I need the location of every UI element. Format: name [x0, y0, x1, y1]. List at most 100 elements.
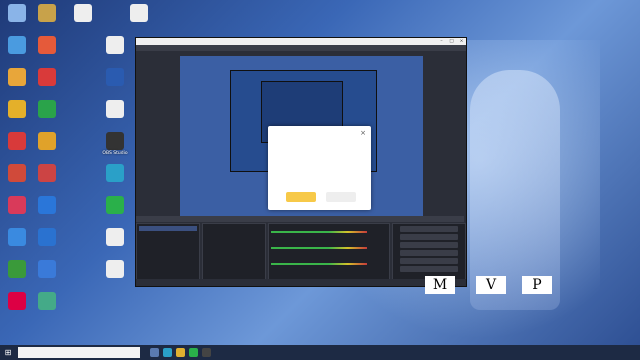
- wechat-icon: [106, 196, 124, 214]
- file-icon: [106, 228, 124, 246]
- mixer-row[interactable]: [271, 226, 387, 237]
- desktop-icon[interactable]: [124, 4, 154, 23]
- desktop-icon[interactable]: [100, 68, 130, 87]
- close-icon[interactable]: ×: [457, 38, 466, 45]
- app-icon: [38, 292, 56, 310]
- mixer-row[interactable]: [271, 242, 387, 253]
- app-icon: [8, 68, 26, 86]
- obs-icon[interactable]: [202, 348, 211, 357]
- app-icon: [38, 196, 56, 214]
- controls-panel[interactable]: [392, 223, 466, 281]
- mixer-row[interactable]: [271, 258, 387, 269]
- desktop-icon[interactable]: [2, 228, 32, 247]
- scenes-panel[interactable]: [136, 223, 200, 281]
- desktop-icon[interactable]: [32, 132, 62, 151]
- source-item[interactable]: [205, 232, 263, 237]
- search-input[interactable]: [18, 347, 140, 358]
- desktop-icon[interactable]: [2, 164, 32, 183]
- minimize-icon[interactable]: –: [437, 38, 446, 45]
- app-icon: [8, 260, 26, 278]
- app-icon: [8, 164, 26, 182]
- start-icon[interactable]: ⊞: [2, 347, 14, 358]
- sources-dock-header: [202, 216, 268, 222]
- desktop-icon[interactable]: [100, 164, 130, 183]
- app-icon: [38, 164, 56, 182]
- desktop-icon[interactable]: [32, 164, 62, 183]
- desktop-icon[interactable]: [2, 4, 32, 23]
- overlay-letter-p: P: [522, 276, 552, 294]
- app-icon: [38, 260, 56, 278]
- desktop-icon[interactable]: [100, 100, 130, 119]
- obs-titlebar[interactable]: – □ ×: [136, 38, 466, 45]
- source-item[interactable]: [205, 244, 263, 249]
- desktop-icon[interactable]: [32, 36, 62, 55]
- control-button[interactable]: [400, 250, 458, 256]
- desktop-icon[interactable]: [100, 228, 130, 247]
- mixer-meter: [271, 263, 367, 265]
- file-icon: [130, 4, 148, 22]
- dialog-close-icon[interactable]: ×: [360, 129, 366, 137]
- desktop-icon[interactable]: [2, 132, 32, 151]
- desktop-icon[interactable]: [100, 196, 130, 215]
- recycle-bin-icon: [8, 4, 26, 22]
- maximize-icon[interactable]: □: [447, 38, 456, 45]
- edge-icon[interactable]: [163, 348, 172, 357]
- desktop-icon[interactable]: [32, 260, 62, 279]
- desktop-icon[interactable]: [68, 4, 98, 23]
- desktop-icon[interactable]: [32, 100, 62, 119]
- source-item[interactable]: [205, 238, 263, 243]
- source-item[interactable]: [205, 226, 263, 231]
- desktop-icon[interactable]: [100, 36, 130, 55]
- edge-icon: [106, 164, 124, 182]
- desktop-icon[interactable]: [2, 292, 32, 311]
- explorer-icon[interactable]: [176, 348, 185, 357]
- desktop-icon[interactable]: [32, 4, 62, 23]
- desktop-icon[interactable]: [32, 68, 62, 87]
- file-icon: [74, 4, 92, 22]
- update-button[interactable]: [286, 192, 316, 202]
- league-icon: [38, 4, 56, 22]
- control-button[interactable]: [400, 242, 458, 248]
- overlay-letter-v: V: [476, 276, 506, 294]
- task-view-icon[interactable]: [150, 348, 159, 357]
- control-button[interactable]: [400, 234, 458, 240]
- desktop-icon[interactable]: OBS Studio: [100, 132, 130, 156]
- desktop-icon[interactable]: [2, 36, 32, 55]
- file-icon: [106, 36, 124, 54]
- app-icon: [8, 228, 26, 246]
- control-button[interactable]: [400, 266, 458, 272]
- app-icon: [38, 68, 56, 86]
- app-icon: [8, 292, 26, 310]
- app-icon: [8, 196, 26, 214]
- desktop-icon[interactable]: [2, 100, 32, 119]
- app-icon: [38, 228, 56, 246]
- later-button[interactable]: [326, 192, 356, 202]
- desktop-icon[interactable]: [2, 260, 32, 279]
- app-icon: [8, 132, 26, 150]
- desktop-icon[interactable]: [32, 196, 62, 215]
- desktop-icon[interactable]: [100, 260, 130, 279]
- controls-dock-header: [392, 216, 464, 222]
- scene-item[interactable]: [139, 226, 197, 231]
- mixer-panel[interactable]: [268, 223, 390, 281]
- mixer-dock-header: [268, 216, 392, 222]
- desktop-icon-label: OBS Studio: [102, 151, 128, 156]
- mixer-meter: [271, 231, 367, 233]
- control-button[interactable]: [400, 226, 458, 232]
- taskbar[interactable]: ⊞: [0, 345, 640, 360]
- obs-menubar[interactable]: [136, 45, 466, 51]
- control-button[interactable]: [400, 258, 458, 264]
- sources-panel[interactable]: [202, 223, 266, 281]
- obs-icon: [106, 132, 124, 150]
- word-icon: [106, 68, 124, 86]
- update-dialog[interactable]: ×: [268, 126, 371, 210]
- file-icon: [106, 100, 124, 118]
- overlay-letter-m: M: [425, 276, 455, 294]
- desktop-icon[interactable]: [2, 68, 32, 87]
- desktop-icon[interactable]: [2, 196, 32, 215]
- mixer-meter: [271, 247, 367, 249]
- desktop-icon[interactable]: [32, 228, 62, 247]
- app-icon: [38, 132, 56, 150]
- wechat-icon[interactable]: [189, 348, 198, 357]
- desktop-icon[interactable]: [32, 292, 62, 311]
